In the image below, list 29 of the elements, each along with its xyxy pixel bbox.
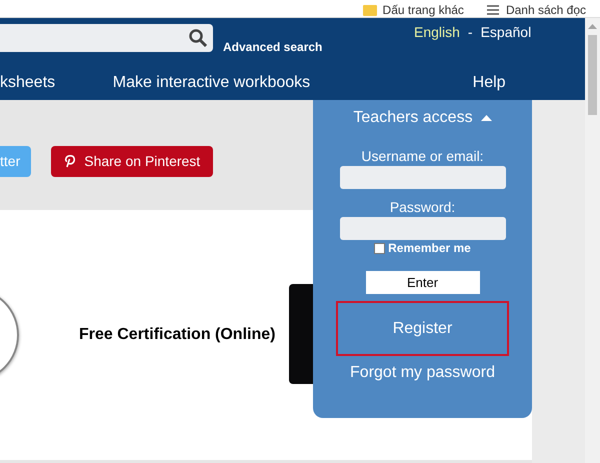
- list-icon: [486, 5, 500, 16]
- scroll-thumb[interactable]: [588, 35, 597, 115]
- search-field[interactable]: [0, 24, 213, 52]
- nav-link[interactable]: Make interactive workbooks: [112, 74, 473, 92]
- forgot-password-link[interactable]: Forgot my password: [350, 364, 495, 382]
- teachers-access-toggle[interactable]: Teachers access: [347, 108, 498, 128]
- separator: -: [468, 24, 473, 40]
- register-button[interactable]: Register: [336, 301, 509, 356]
- course-title: Free Certification (Online): [79, 326, 276, 344]
- password-label: Password:: [390, 199, 456, 215]
- remember-label: Remember me: [388, 241, 471, 255]
- password-field[interactable]: [340, 217, 506, 240]
- pinterest-icon: [64, 154, 76, 168]
- username-field[interactable]: [340, 166, 506, 189]
- remember-checkbox[interactable]: [374, 242, 386, 254]
- username-label: Username or email:: [361, 148, 484, 164]
- bookmark-item[interactable]: Dấu trang khác: [362, 4, 464, 17]
- language-link[interactable]: English: [414, 24, 460, 40]
- nav-link[interactable]: Help: [472, 74, 532, 92]
- pinterest-share-button[interactable]: Share on Pinterest: [51, 146, 214, 176]
- scroll-up-icon[interactable]: [588, 24, 597, 29]
- bookmark-item[interactable]: Danh sách đọc: [486, 4, 586, 17]
- nav-link[interactable]: ksheets: [0, 74, 113, 92]
- folder-icon: [362, 5, 377, 16]
- enter-button[interactable]: Enter: [366, 271, 480, 294]
- scrollbar[interactable]: [585, 18, 600, 463]
- advanced-search-link[interactable]: Advanced search: [223, 40, 322, 54]
- language-link[interactable]: Español: [480, 24, 532, 40]
- search-icon[interactable]: [189, 29, 207, 47]
